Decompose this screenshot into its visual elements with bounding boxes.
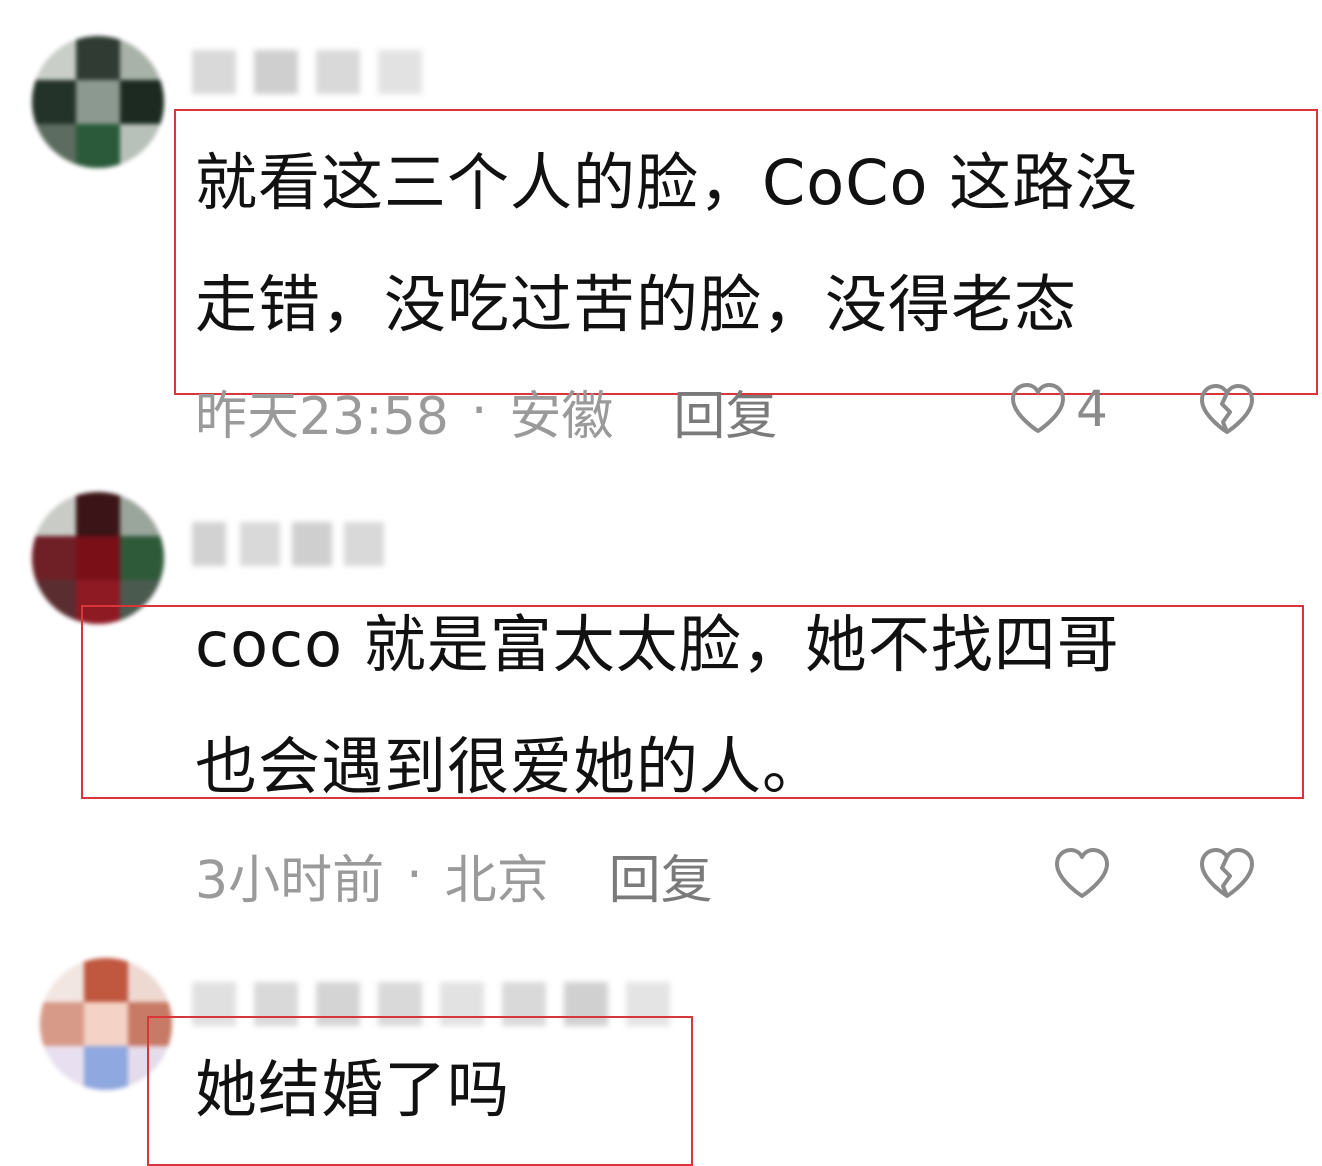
broken-heart-icon xyxy=(1200,384,1254,434)
comment-location: 北京 xyxy=(444,850,549,911)
comment-text: coco 就是富太太脸，她不找四哥 也会遇到很爱她的人。 xyxy=(195,608,1120,803)
comment-text: 就看这三个人的脸，CoCo 这路没 走错，没吃过苦的脸，没得老态 xyxy=(195,146,1139,341)
username-blurred[interactable] xyxy=(192,516,392,572)
like-count: 4 xyxy=(1076,380,1108,438)
reply-button[interactable]: 回复 xyxy=(609,838,713,913)
comment-text: 她结婚了吗 xyxy=(195,1053,511,1126)
avatar[interactable] xyxy=(32,36,164,168)
comment-meta: 3小时前 · 北京 回复 xyxy=(195,838,713,913)
dislike-button[interactable] xyxy=(1197,382,1257,442)
broken-heart-icon xyxy=(1200,848,1254,898)
comment-time: 昨天23:58 xyxy=(195,386,449,447)
dislike-button[interactable] xyxy=(1197,846,1257,906)
heart-outline-icon xyxy=(1055,848,1109,898)
like-button[interactable] xyxy=(1052,846,1120,902)
comment-time: 3小时前 xyxy=(195,850,385,911)
heart-outline-icon xyxy=(1011,383,1065,433)
comment-item: 就看这三个人的脸，CoCo 这路没 走错，没吃过苦的脸，没得老态 昨天23:58… xyxy=(0,0,1322,470)
comment-item: coco 就是富太太脸，她不找四哥 也会遇到很爱她的人。 3小时前 · 北京 回… xyxy=(0,470,1322,940)
like-button[interactable]: 4 xyxy=(1008,380,1108,438)
comment-item: 她结婚了吗 xyxy=(0,940,1322,1166)
meta-separator: · xyxy=(470,381,488,441)
reply-button[interactable]: 回复 xyxy=(673,374,777,449)
meta-separator: · xyxy=(406,845,423,905)
comment-location: 安徽 xyxy=(509,386,614,447)
username-blurred[interactable] xyxy=(192,44,432,100)
comment-meta: 昨天23:58 · 安徽 回复 xyxy=(195,374,777,449)
